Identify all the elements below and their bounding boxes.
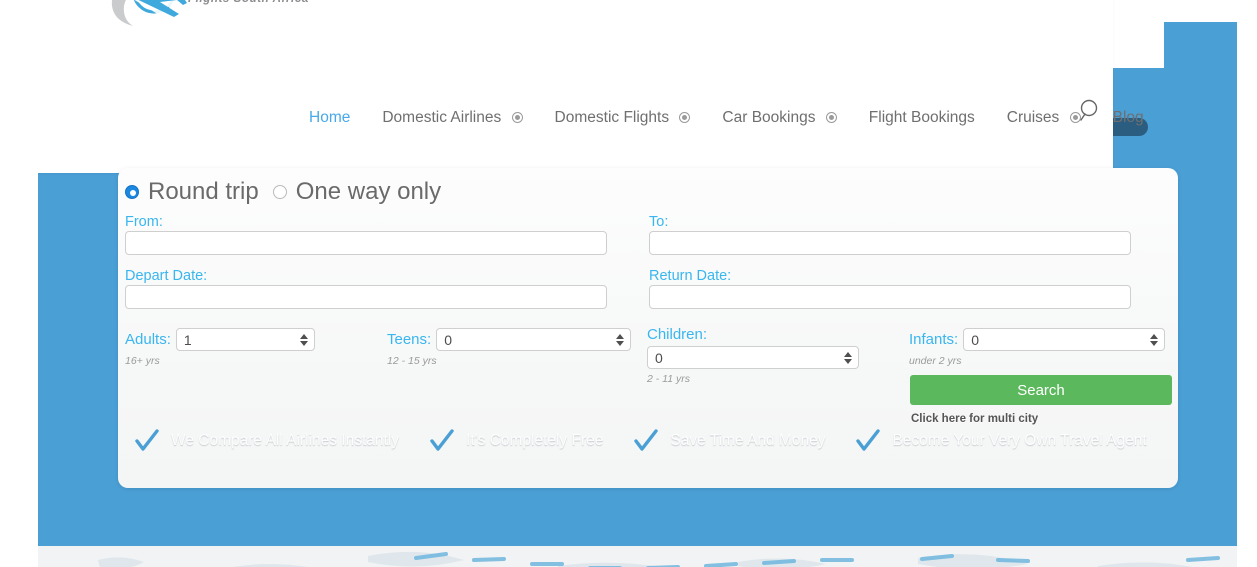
children-label: Children: xyxy=(647,326,708,343)
world-map-band xyxy=(38,546,1237,567)
page-root: S xyxy=(0,0,1257,567)
adults-group: Adults: 1 16+ yrs xyxy=(125,328,315,367)
from-input[interactable] xyxy=(125,231,607,255)
main-navigation[interactable]: Home Domestic Airlines Domestic Flights … xyxy=(293,107,1160,129)
teens-value: 0 xyxy=(444,331,452,348)
radio-unselected-icon[interactable] xyxy=(272,185,287,199)
feature-label: Save Time And Money xyxy=(670,432,826,449)
teens-sublabel: 12 - 15 yrs xyxy=(387,355,437,367)
nav-item-blog[interactable]: Blog xyxy=(1097,107,1160,129)
check-icon xyxy=(132,426,162,456)
infants-sublabel: under 2 yrs xyxy=(909,355,962,367)
teens-label: Teens: xyxy=(387,331,432,348)
adults-select[interactable]: 1 xyxy=(175,328,315,351)
depart-date-label: Depart Date: xyxy=(125,268,208,284)
stepper-arrows-icon[interactable] xyxy=(300,333,308,346)
return-date-input[interactable] xyxy=(649,285,1131,309)
nav-item-label: Blog xyxy=(1112,109,1144,126)
search-button[interactable]: Search xyxy=(910,375,1172,405)
trip-type-one-way[interactable]: One way only xyxy=(272,178,442,206)
svg-text:Flights South Africa: Flights South Africa xyxy=(188,0,309,5)
search-icon[interactable] xyxy=(1078,98,1104,124)
nav-item-label: Domestic Flights xyxy=(554,109,670,126)
feature-item: Become Your Very Own Travel Agent xyxy=(853,426,1147,456)
children-group: Children: 0 2 - 11 yrs xyxy=(647,326,863,385)
nav-item-label: Car Bookings xyxy=(722,109,816,126)
return-date-group: Return Date: xyxy=(649,267,1131,309)
nav-item-domestic-flights[interactable]: Domestic Flights xyxy=(539,107,707,129)
infants-group: Infants: 0 under 2 yrs xyxy=(909,328,1171,367)
infants-select[interactable]: 0 xyxy=(963,328,1166,351)
children-value: 0 xyxy=(655,349,663,366)
from-label: From: xyxy=(125,214,163,230)
airplane-swoosh-icon xyxy=(111,0,187,26)
trip-type-label: Round trip xyxy=(148,178,259,205)
depart-date-input[interactable] xyxy=(125,285,607,309)
feature-label: It's Completely Free xyxy=(466,432,604,449)
stepper-arrows-icon[interactable] xyxy=(844,351,852,364)
to-field-group: To: xyxy=(649,213,1131,255)
chevron-down-icon xyxy=(511,112,523,123)
children-select[interactable]: 0 xyxy=(647,346,859,369)
check-icon xyxy=(853,426,883,456)
return-date-label: Return Date: xyxy=(649,268,732,284)
children-sublabel: 2 - 11 yrs xyxy=(647,373,690,385)
trip-type-group[interactable]: Round trip One way only xyxy=(125,178,441,206)
nav-item-flight-bookings[interactable]: Flight Bookings xyxy=(853,107,991,129)
check-icon xyxy=(631,426,661,456)
nav-item-label: Domestic Airlines xyxy=(382,109,502,126)
nav-item-label: Cruises xyxy=(1006,109,1060,126)
nav-item-label: Home xyxy=(309,109,351,126)
stepper-arrows-icon[interactable] xyxy=(1150,333,1159,346)
feature-item: We Compare All Airlines Instantly xyxy=(132,426,399,456)
teens-group: Teens: 0 12 - 15 yrs xyxy=(387,328,653,367)
chevron-down-icon xyxy=(825,112,837,123)
right-margin xyxy=(1237,0,1257,567)
to-input[interactable] xyxy=(649,231,1131,255)
left-margin xyxy=(0,0,38,567)
radio-selected-icon[interactable] xyxy=(125,185,139,199)
feature-item: It's Completely Free xyxy=(427,426,603,456)
nav-item-car-bookings[interactable]: Car Bookings xyxy=(706,107,852,129)
feature-list: We Compare All Airlines Instantly It's C… xyxy=(132,426,1168,456)
chevron-down-icon xyxy=(679,112,691,123)
site-logo[interactable]: Domestic Flights South Africa xyxy=(108,0,358,28)
trip-type-round-trip[interactable]: Round trip xyxy=(125,178,259,206)
to-label: To: xyxy=(649,214,669,230)
nav-item-label: Flight Bookings xyxy=(868,109,975,126)
adults-sublabel: 16+ yrs xyxy=(125,355,160,367)
nav-item-domestic-airlines[interactable]: Domestic Airlines xyxy=(366,107,538,129)
infants-label: Infants: xyxy=(909,331,959,348)
trip-type-label: One way only xyxy=(295,178,442,205)
site-header: Domestic Flights South Africa Home Domes… xyxy=(38,0,1144,173)
feature-item: Save Time And Money xyxy=(631,426,825,456)
feature-label: We Compare All Airlines Instantly xyxy=(171,432,400,449)
adults-label: Adults: xyxy=(125,331,171,348)
flight-search-form: Round trip One way only From: To: Depart… xyxy=(118,168,1178,488)
infants-value: 0 xyxy=(971,331,979,348)
feature-label: Become Your Very Own Travel Agent xyxy=(892,432,1147,449)
teens-select[interactable]: 0 xyxy=(436,328,632,351)
from-field-group: From: xyxy=(125,213,607,255)
adults-value: 1 xyxy=(183,331,192,348)
stepper-arrows-icon[interactable] xyxy=(616,333,625,346)
nav-item-home[interactable]: Home xyxy=(293,107,366,129)
check-icon xyxy=(427,426,457,456)
multi-city-link[interactable]: Click here for multi city xyxy=(911,413,1038,425)
depart-date-group: Depart Date: xyxy=(125,267,607,309)
